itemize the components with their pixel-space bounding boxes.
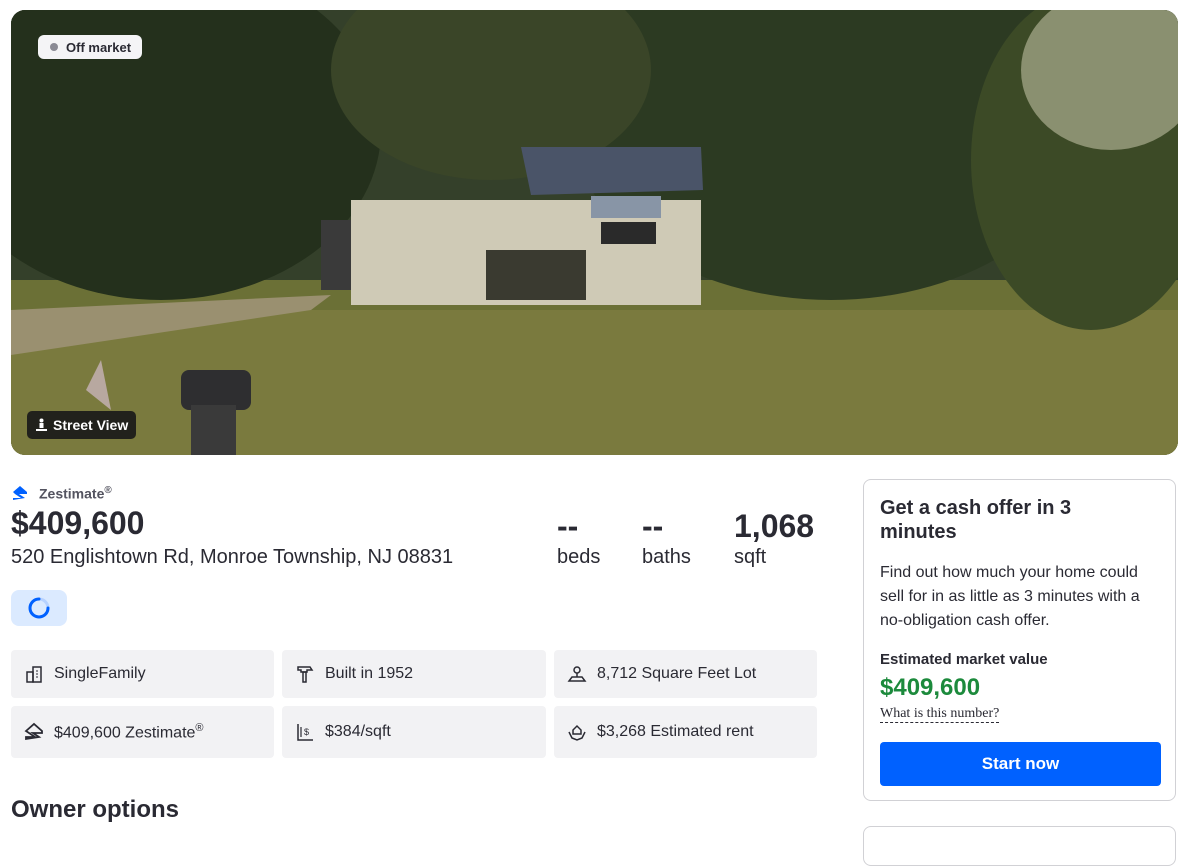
fact-lot-size: 8,712 Square Feet Lot [554,650,817,698]
status-dot-icon [50,43,58,51]
svg-text:$: $ [304,727,309,737]
street-view-label: Street View [53,417,129,433]
fact-label: $409,600 Zestimate® [54,721,204,742]
home-price: $409,600 [11,505,145,541]
price-per-sqft-icon: $ [294,721,316,743]
building-icon [23,663,45,685]
sqft-label: sqft [734,546,767,568]
fact-label: 8,712 Square Feet Lot [597,665,757,682]
off-market-label: Off market [66,39,132,55]
estimated-market-value: $409,600 [880,674,981,701]
fact-label: Built in 1952 [325,665,414,682]
start-now-button[interactable]: Start now [880,742,1161,786]
spinner-icon [28,597,50,619]
beds-label: beds [557,546,601,568]
secondary-card [863,826,1176,866]
off-market-badge: Off market [38,35,143,59]
cash-offer-description: Find out how much your home could sell f… [880,564,1140,629]
zestimate-logo-icon [23,721,45,743]
pegman-icon [36,418,47,431]
cash-offer-card: Get a cash offer in 3 minutes Find out h… [863,479,1176,801]
loading-indicator [11,590,67,626]
fact-year-built: Built in 1952 [282,650,546,698]
beds-value: -- [557,508,579,544]
street-view-button[interactable]: Street View [27,411,137,439]
fact-zestimate: $409,600 Zestimate® [11,706,274,758]
hammer-icon [294,663,316,685]
zestimate-header: Zestimate® [11,484,112,502]
fact-label: $384/sqft [325,723,391,740]
fact-estimated-rent: $3,268 Estimated rent [554,706,817,758]
registered-mark: ® [104,484,112,496]
estimated-market-value-label: Estimated market value [880,651,1048,668]
property-address: 520 Englishtown Rd, Monroe Township, NJ … [11,546,454,568]
property-photo[interactable]: Off market Street View [11,10,1178,455]
baths-value: -- [642,508,664,544]
beds-stat: -- beds [557,508,600,570]
baths-stat: -- baths [642,508,691,570]
owner-options-heading: Owner options [11,796,179,823]
zestimate-label[interactable]: Zestimate® [39,485,112,502]
rent-hands-icon [566,721,588,743]
sqft-stat: 1,068 sqft [734,508,814,570]
what-is-this-number-link[interactable]: What is this number? [880,706,1000,723]
baths-label: baths [642,546,691,568]
sqft-value: 1,068 [734,508,815,544]
fact-label: $3,268 Estimated rent [597,723,754,740]
zillow-logo-icon [13,486,27,500]
fact-label: SingleFamily [54,665,146,682]
fact-home-type: SingleFamily [11,650,274,698]
fact-price-per-sqft: $ $384/sqft [282,706,546,758]
cash-offer-title: Get a cash offer in 3 minutes [880,497,1072,543]
lot-size-icon [566,663,588,685]
street-view-image [11,10,1178,455]
